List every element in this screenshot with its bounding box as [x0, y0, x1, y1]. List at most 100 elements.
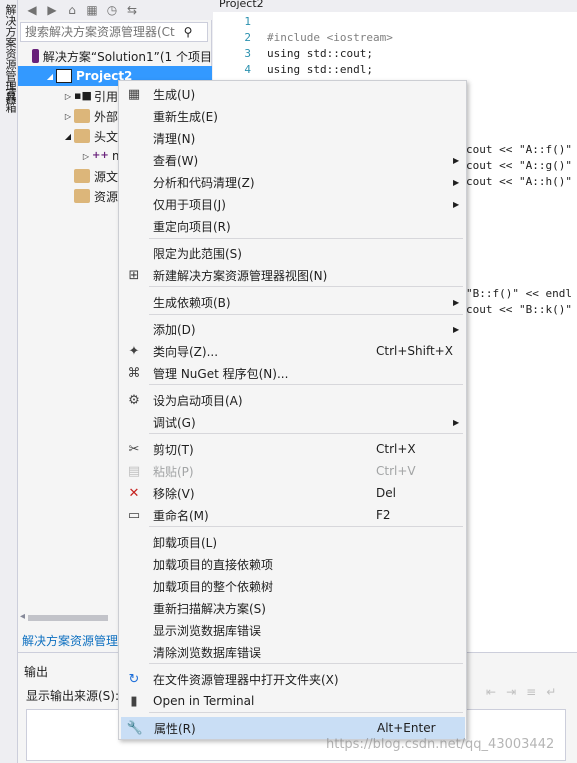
- search-icon[interactable]: ⚲: [181, 25, 195, 39]
- switch-views-icon[interactable]: ▦: [84, 2, 100, 18]
- menu-item[interactable]: 加载项目的整个依赖树: [121, 575, 465, 597]
- editor-tab-label: Project2: [219, 0, 264, 10]
- build-icon: ▦: [127, 86, 141, 102]
- menu-item-label: 重新扫描解决方案(S): [153, 601, 266, 616]
- menu-item[interactable]: 显示浏览数据库错误: [121, 619, 465, 641]
- remove-icon: ✕: [128, 485, 140, 501]
- menu-item-label: 查看(W): [153, 153, 199, 168]
- rename-icon: ▭: [127, 507, 141, 523]
- menu-item[interactable]: ✂ 剪切(T) Ctrl+X: [121, 438, 465, 460]
- menu-item[interactable]: 🔧 属性(R) Alt+Enter: [121, 717, 465, 739]
- menu-item[interactable]: 限定为此范围(S): [121, 242, 465, 264]
- submenu-arrow-icon: ▶: [453, 324, 460, 334]
- go-to-previous-icon[interactable]: ⇤: [486, 685, 496, 699]
- menu-item-label: 重命名(M): [153, 508, 209, 523]
- submenu-arrow-icon: ▶: [453, 297, 460, 307]
- references-icon: ▪■: [74, 89, 92, 102]
- menu-item-label: 粘贴(P): [153, 464, 194, 479]
- menu-item[interactable]: ▭ 重命名(M) F2: [121, 504, 465, 526]
- line-number: 3: [244, 47, 251, 60]
- home-icon[interactable]: ⌂: [64, 2, 80, 18]
- menu-item[interactable]: 重新扫描解决方案(S): [121, 597, 465, 619]
- menu-item[interactable]: ⚙ 设为启动项目(A): [121, 389, 465, 411]
- menu-item[interactable]: 重定向项目(R): [121, 215, 465, 237]
- toolbox-side-tab[interactable]: 工具箱: [2, 80, 18, 113]
- menu-item[interactable]: 查看(W) ▶: [121, 149, 465, 171]
- history-icon[interactable]: ◷: [104, 2, 120, 18]
- code-lines: 1 2 #include <iostream> 3 using std::cout;…: [213, 14, 577, 78]
- menu-item[interactable]: ▮ Open in Terminal: [121, 690, 465, 712]
- class-wizard-icon: ✦: [128, 343, 140, 359]
- back-icon[interactable]: ◀: [24, 2, 40, 18]
- menu-item-label: 清理(N): [153, 131, 196, 146]
- code-line: 2 #include <iostream>: [213, 30, 577, 46]
- collapsed-arrow-icon[interactable]: ▷: [80, 152, 92, 161]
- menu-item-label: Open in Terminal: [153, 694, 255, 708]
- menu-separator: [149, 712, 463, 713]
- menu-item[interactable]: 仅用于项目(J) ▶: [121, 193, 465, 215]
- menu-item-label: 加载项目的直接依赖项: [153, 557, 274, 572]
- go-to-next-icon[interactable]: ⇥: [506, 685, 516, 699]
- menu-item[interactable]: ↻ 在文件资源管理器中打开文件夹(X): [121, 668, 465, 690]
- left-tool-strip: 解决方案资源管理器 工具箱: [0, 0, 18, 763]
- terminal-icon: ▮: [130, 693, 138, 709]
- sync-icon[interactable]: ⇆: [124, 2, 140, 18]
- code-fragment: "B::f()" << endl: [466, 287, 572, 300]
- clear-all-icon[interactable]: ≡: [526, 685, 536, 699]
- code-fragment: cout << "B::k()": [466, 303, 572, 316]
- menu-item-label: 生成依赖项(B): [153, 295, 231, 310]
- search-box[interactable]: ⚲: [20, 22, 208, 42]
- output-source-label: 显示输出来源(S):: [26, 689, 120, 703]
- menu-item-shortcut: Alt+Enter: [377, 721, 436, 735]
- menu-item[interactable]: 生成依赖项(B) ▶: [121, 291, 465, 313]
- line-number: 1: [244, 15, 251, 28]
- menu-item[interactable]: ▤ 粘贴(P) Ctrl+V: [121, 460, 465, 482]
- cpp-file-icon: ++: [92, 150, 109, 161]
- menu-item-label: 仅用于项目(J): [153, 197, 226, 212]
- submenu-arrow-icon: ▶: [453, 177, 460, 187]
- code-line: 3 using std::cout;: [213, 46, 577, 62]
- menu-item[interactable]: 清理(N): [121, 127, 465, 149]
- horizontal-scrollbar[interactable]: ◂: [20, 611, 120, 622]
- menu-item[interactable]: 卸载项目(L): [121, 531, 465, 553]
- collapsed-arrow-icon[interactable]: ▷: [62, 92, 74, 101]
- tree-item[interactable]: 解决方案“Solution1”(1 个项目: [18, 46, 212, 66]
- code-line: 4 using std::endl;: [213, 62, 577, 78]
- code-fragment: cout << "A::g()": [466, 159, 572, 172]
- folder-icon: [74, 169, 90, 183]
- scrollbar-thumb[interactable]: [28, 615, 108, 621]
- menu-item-shortcut: Ctrl+Shift+X: [376, 344, 453, 358]
- menu-item[interactable]: ▦ 生成(U): [121, 83, 465, 105]
- menu-item-shortcut: F2: [376, 508, 391, 522]
- solution-icon: [31, 49, 39, 63]
- menu-item[interactable]: 加载项目的直接依赖项: [121, 553, 465, 575]
- solution-explorer-tab[interactable]: 解决方案资源管理: [22, 632, 118, 649]
- submenu-arrow-icon: ▶: [453, 155, 460, 165]
- menu-item[interactable]: ✕ 移除(V) Del: [121, 482, 465, 504]
- external-deps-icon: [74, 109, 90, 123]
- forward-icon[interactable]: ▶: [44, 2, 60, 18]
- menu-item-label: 设为启动项目(A): [153, 393, 243, 408]
- menu-item[interactable]: 调试(G) ▶: [121, 411, 465, 433]
- folder-icon: [74, 129, 90, 143]
- expanded-arrow-icon[interactable]: ◢: [62, 132, 74, 141]
- menu-item[interactable]: ✦ 类向导(Z)... Ctrl+Shift+X: [121, 340, 465, 362]
- menu-item[interactable]: ⊞ 新建解决方案资源管理器视图(N): [121, 264, 465, 286]
- tree-item-label: 解决方案“Solution1”(1 个项目: [42, 49, 212, 64]
- search-input[interactable]: [21, 23, 181, 41]
- menu-item[interactable]: 分析和代码清理(Z) ▶: [121, 171, 465, 193]
- editor-tab[interactable]: Project2: [213, 0, 577, 12]
- menu-item-label: 管理 NuGet 程序包(N)...: [153, 366, 289, 381]
- word-wrap-icon[interactable]: ↵: [546, 685, 556, 699]
- menu-item[interactable]: 重新生成(E): [121, 105, 465, 127]
- menu-item[interactable]: 添加(D) ▶: [121, 318, 465, 340]
- line-number: 4: [244, 63, 251, 76]
- menu-item[interactable]: 清除浏览数据库错误: [121, 641, 465, 663]
- expanded-arrow-icon[interactable]: ◢: [44, 72, 56, 81]
- scroll-left-icon[interactable]: ◂: [20, 611, 25, 622]
- collapsed-arrow-icon[interactable]: ▷: [62, 112, 74, 121]
- menu-item-label: 属性(R): [154, 721, 196, 736]
- menu-item[interactable]: ⌘ 管理 NuGet 程序包(N)...: [121, 362, 465, 384]
- menu-item-label: 分析和代码清理(Z): [153, 175, 255, 190]
- code-fragment: cout << "A::h()": [466, 175, 572, 188]
